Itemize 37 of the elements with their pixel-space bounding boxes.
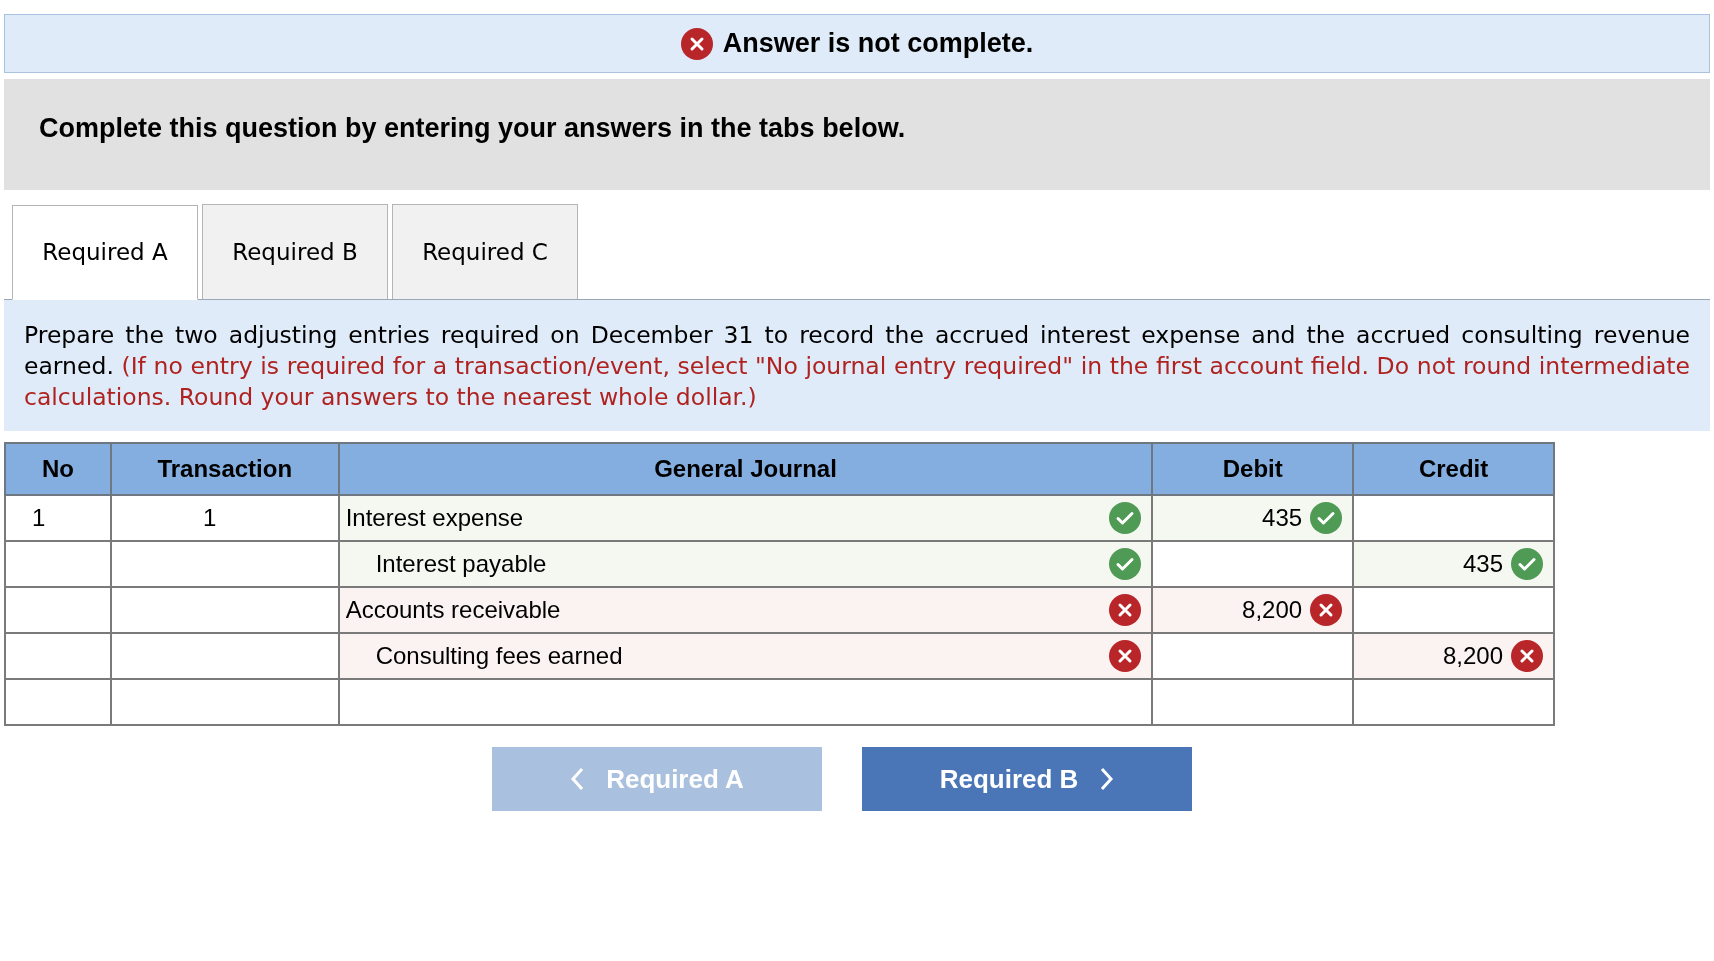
- question-text: Prepare the two adjusting entries required on December 31 to record the accrued interest expense and the accrued consulting revenue earned. (If no entry is required for a transaction/event, select "No journal entry required" in the first account field. Do not round intermediate calculations. Round your answers to the nearest whole dollar.): [24, 320, 1690, 413]
- panel-heading: Complete this question by entering your answers in the tabs below.: [39, 113, 906, 143]
- amount: 8,200: [1442, 641, 1503, 671]
- debit-cell[interactable]: [1152, 633, 1354, 679]
- debit-cell[interactable]: 8,200: [1152, 587, 1354, 633]
- account-cell[interactable]: [338, 679, 1153, 725]
- credit-cell[interactable]: [1353, 587, 1554, 633]
- account-cell[interactable]: Consulting fees earned: [338, 633, 1153, 679]
- debit-cell[interactable]: [1152, 679, 1354, 725]
- chevron-left-icon: [570, 767, 585, 791]
- account-name: Accounts receivable: [344, 595, 561, 625]
- account-name: Interest payable: [374, 549, 547, 579]
- amount: 435: [1262, 503, 1303, 533]
- column-header: General Journal: [338, 443, 1153, 495]
- credit-cell[interactable]: 8,200: [1353, 633, 1554, 679]
- tab[interactable]: Required C: [392, 204, 578, 299]
- banner-message: Answer is not complete.: [722, 27, 1034, 61]
- account-cell[interactable]: Interest expense: [338, 495, 1153, 541]
- column-header: Transaction: [110, 443, 339, 495]
- table-cell: 1: [5, 495, 111, 541]
- chevron-right-icon: [1100, 767, 1115, 791]
- account-name: Consulting fees earned: [374, 641, 623, 671]
- debit-cell[interactable]: [1152, 541, 1354, 587]
- next-button[interactable]: Required B: [862, 747, 1192, 811]
- credit-cell[interactable]: 435: [1353, 541, 1554, 587]
- amount: 435: [1462, 549, 1503, 579]
- account-name: Interest expense: [344, 503, 524, 533]
- table-cell: 1: [110, 495, 339, 541]
- credit-cell[interactable]: [1353, 495, 1554, 541]
- account-cell[interactable]: Interest payable: [338, 541, 1153, 587]
- column-header: No: [5, 443, 111, 495]
- tab[interactable]: Required B: [202, 204, 388, 299]
- amount: 8,200: [1242, 595, 1303, 625]
- account-cell[interactable]: Accounts receivable: [338, 587, 1153, 633]
- debit-cell[interactable]: 435: [1152, 495, 1354, 541]
- tab[interactable]: Required A: [12, 205, 198, 300]
- credit-cell[interactable]: [1353, 679, 1554, 725]
